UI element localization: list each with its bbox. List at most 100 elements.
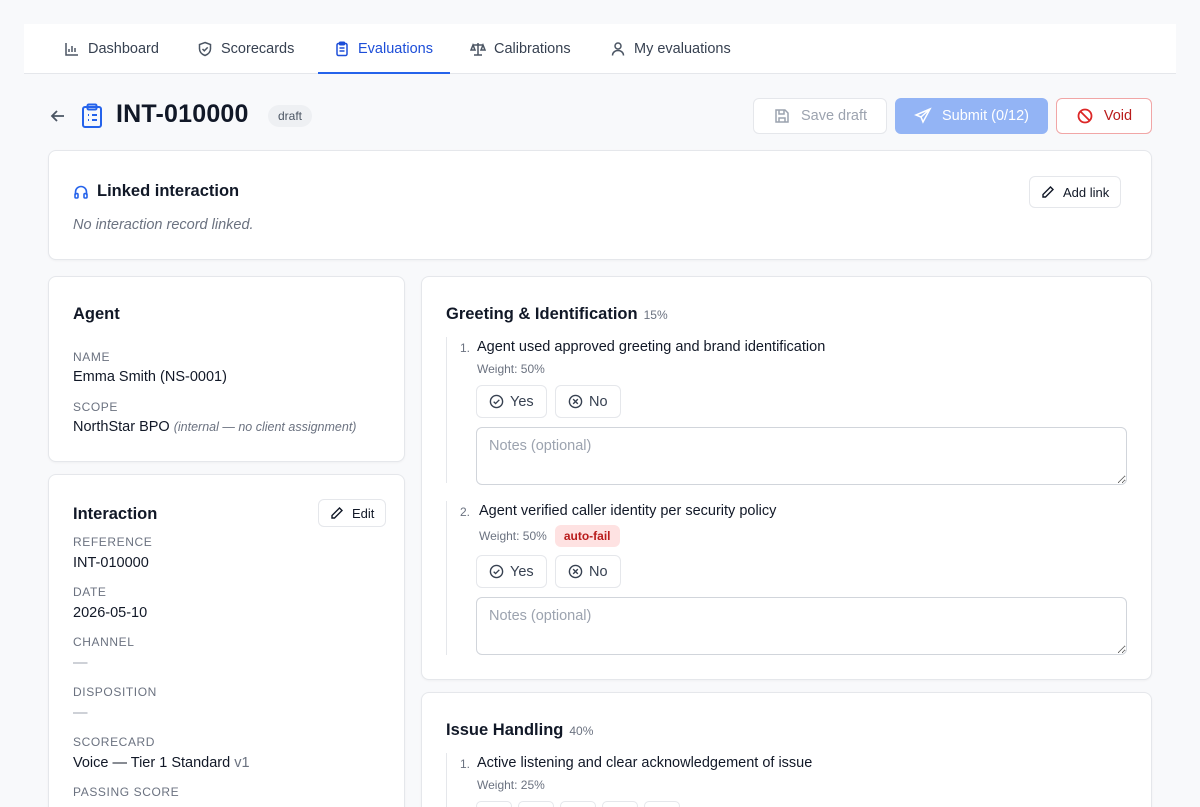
agent-card: Agent NAME Emma Smith (NS-0001) SCOPE No… — [48, 276, 405, 462]
reference-label: REFERENCE — [73, 535, 153, 549]
active-tab-indicator — [318, 72, 450, 74]
interaction-card: Interaction Edit REFERENCE INT-010000 DA… — [48, 474, 405, 807]
score-option-button[interactable] — [476, 801, 512, 807]
question-number: 1. — [460, 341, 471, 355]
ban-icon — [1077, 108, 1093, 124]
clipboard-list-icon — [82, 103, 102, 128]
section-title-text: Greeting & Identification — [446, 305, 638, 323]
edit-label: Edit — [352, 505, 375, 521]
yes-label: Yes — [510, 393, 534, 410]
void-button[interactable]: Void — [1056, 98, 1152, 134]
add-link-button[interactable]: Add link — [1029, 176, 1122, 208]
disposition-value: — — [73, 705, 88, 721]
status-badge: draft — [268, 105, 313, 127]
question-divider — [446, 337, 447, 483]
weight-text: Weight: 25% — [477, 778, 545, 792]
section-title: Greeting & Identification 15% — [446, 305, 668, 324]
question-weight: Weight: 50% — [477, 362, 545, 376]
linked-empty-text: No interaction record linked. — [73, 217, 254, 233]
yes-button[interactable]: Yes — [476, 385, 547, 418]
tab-dashboard[interactable]: Dashboard — [64, 24, 159, 74]
weight-text: Weight: 50% — [477, 362, 545, 376]
add-link-label: Add link — [1063, 184, 1110, 200]
no-button[interactable]: No — [555, 555, 621, 588]
notes-field[interactable] — [476, 597, 1127, 655]
linked-interaction-title: Linked interaction — [97, 182, 240, 200]
question-weight: Weight: 25% — [477, 778, 545, 792]
tab-label: Evaluations — [358, 41, 433, 57]
passing-score-label: PASSING SCORE — [73, 785, 180, 799]
tab-label: Calibrations — [494, 41, 571, 57]
edit-interaction-button[interactable]: Edit — [318, 499, 387, 527]
date-value: 2026-05-10 — [73, 605, 148, 621]
section-weight: 15% — [643, 308, 668, 322]
disposition-label: DISPOSITION — [73, 685, 157, 699]
section-card-issue-handling: Issue Handling 40% 1. Active listening an… — [421, 692, 1152, 807]
save-draft-button[interactable]: Save draft — [753, 98, 887, 134]
no-label: No — [589, 393, 608, 410]
score-option-button[interactable] — [602, 801, 638, 807]
interaction-title: Interaction — [73, 505, 158, 523]
x-circle-icon — [568, 564, 583, 579]
no-label: No — [589, 563, 608, 580]
scorecard-version: v1 — [234, 755, 250, 771]
void-label: Void — [1103, 108, 1133, 124]
scorecard-name: Voice — Tier 1 Standard — [73, 755, 231, 771]
save-draft-label: Save draft — [800, 108, 868, 124]
name-label: NAME — [73, 350, 111, 364]
x-circle-icon — [568, 394, 583, 409]
clipboard-list-icon — [336, 41, 348, 57]
agent-name: Emma Smith (NS-0001) — [73, 369, 227, 385]
tab-label: Scorecards — [221, 41, 295, 57]
save-icon — [775, 109, 789, 123]
yes-label: Yes — [510, 563, 534, 580]
scorecard-value: Voice — Tier 1 Standard v1 — [73, 755, 250, 771]
tab-calibrations[interactable]: Calibrations — [470, 24, 571, 74]
tab-evaluations[interactable]: Evaluations — [334, 24, 433, 74]
score-option-button[interactable] — [518, 801, 554, 807]
question-divider — [446, 753, 447, 807]
tab-label: Dashboard — [88, 41, 159, 57]
auto-fail-badge: auto-fail — [554, 525, 620, 547]
yes-button[interactable]: Yes — [476, 555, 547, 588]
back-arrow-icon[interactable] — [48, 106, 68, 126]
reference-value: INT-010000 — [73, 555, 149, 571]
agent-scope: NorthStar BPO (internal — no client assi… — [73, 419, 356, 435]
user-icon — [611, 42, 625, 56]
no-button[interactable]: No — [555, 385, 621, 418]
agent-title: Agent — [73, 305, 120, 323]
section-card-greeting: Greeting & Identification 15% 1. Agent us… — [421, 276, 1152, 680]
tab-scorecards[interactable]: Scorecards — [197, 24, 294, 74]
weight-text: Weight: 50% — [479, 529, 547, 543]
question-weight: Weight: 50% auto-fail — [479, 525, 620, 547]
question-text: Agent verified caller identity per secur… — [479, 503, 777, 519]
pencil-icon — [1042, 186, 1054, 198]
submit-label: Submit (0/12) — [941, 108, 1030, 124]
channel-value: — — [73, 655, 88, 671]
tab-label: My evaluations — [634, 41, 731, 57]
question-number: 1. — [460, 757, 471, 771]
question-number: 2. — [460, 505, 471, 519]
channel-label: CHANNEL — [73, 635, 135, 649]
check-circle-icon — [489, 564, 504, 579]
submit-button[interactable]: Submit (0/12) — [895, 98, 1048, 134]
page-title: INT-010000 — [116, 100, 249, 128]
send-icon — [914, 107, 932, 124]
scale-icon — [470, 42, 486, 56]
tab-my-evaluations[interactable]: My evaluations — [610, 24, 731, 74]
date-label: DATE — [73, 585, 107, 599]
notes-field[interactable] — [476, 427, 1127, 485]
top-nav: Dashboard Scorecards Evaluations Calibra… — [24, 24, 1176, 74]
bar-chart-icon — [65, 43, 78, 56]
score-option-button[interactable] — [560, 801, 596, 807]
headphones-icon — [74, 185, 88, 199]
shield-check-icon — [198, 41, 212, 57]
check-circle-icon — [489, 394, 504, 409]
question-text: Agent used approved greeting and brand i… — [477, 339, 826, 355]
scope-value: NorthStar BPO — [73, 419, 170, 435]
scorecard-label: SCORECARD — [73, 735, 156, 749]
score-option-button[interactable] — [644, 801, 680, 807]
linked-interaction-card: Linked interaction No interaction record… — [48, 150, 1152, 260]
question-divider — [446, 501, 447, 655]
section-title-text: Issue Handling — [446, 721, 564, 739]
